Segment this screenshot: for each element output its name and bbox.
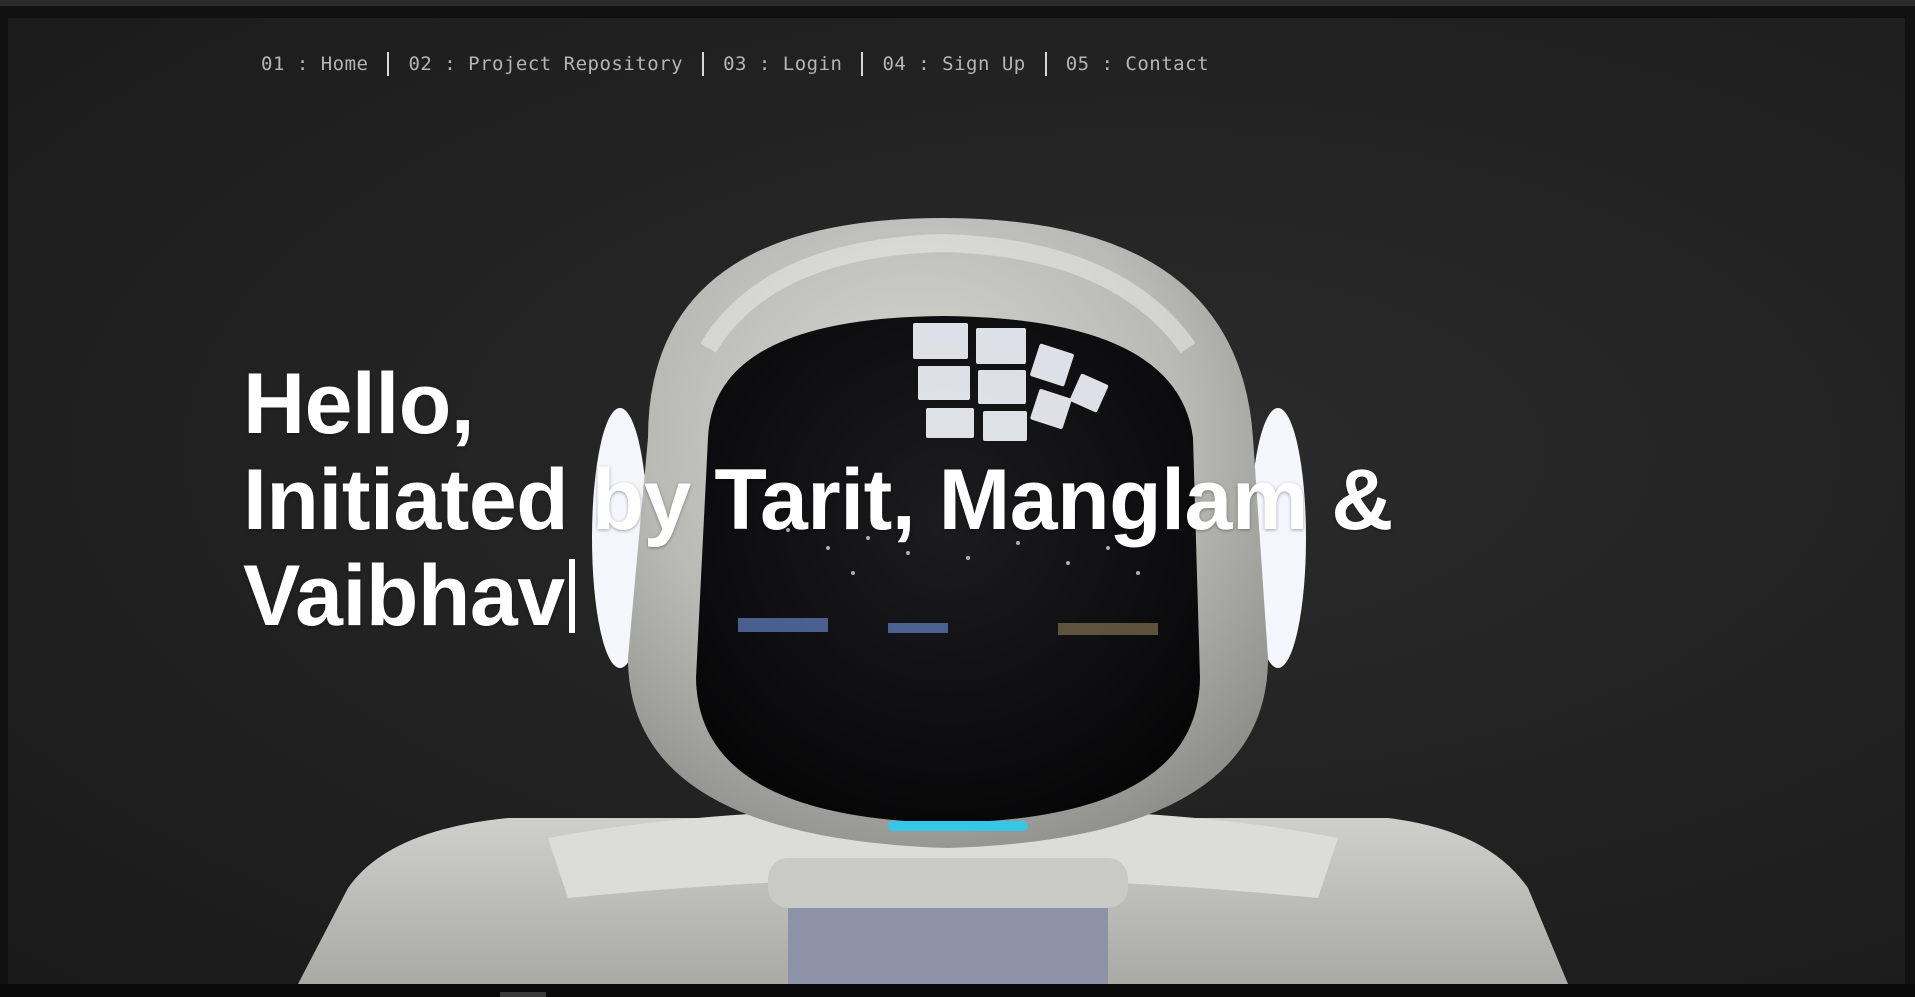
bottom-bar [0,984,1915,997]
page-frame: 01 : Home 02 : Project Repository 03 : L… [0,0,1915,997]
headline-name: Vaibhav [243,548,565,644]
nav-project-repository-link[interactable]: 02 : Project Repository [389,53,702,75]
main-nav: 01 : Home 02 : Project Repository 03 : L… [261,52,1228,76]
nav-home-link[interactable]: 01 : Home [261,53,387,75]
hero-headline: Hello, Initiated by Tarit, Manglam & Vai… [243,356,1543,644]
nav-login-link[interactable]: 03 : Login [704,53,861,75]
headline-initiators: Initiated by Tarit, Manglam & [243,452,1393,548]
headline-greeting: Hello, [243,356,475,452]
nav-sign-up-link[interactable]: 04 : Sign Up [863,53,1044,75]
visor-accent-light [888,821,1028,831]
bottom-tab-indicator [500,992,546,997]
typing-cursor [568,559,575,633]
hero-section: 01 : Home 02 : Project Repository 03 : L… [8,18,1905,984]
nav-contact-link[interactable]: 05 : Contact [1047,53,1228,75]
top-bar [0,0,1915,6]
headline-last-line: Vaibhav [243,548,1543,644]
